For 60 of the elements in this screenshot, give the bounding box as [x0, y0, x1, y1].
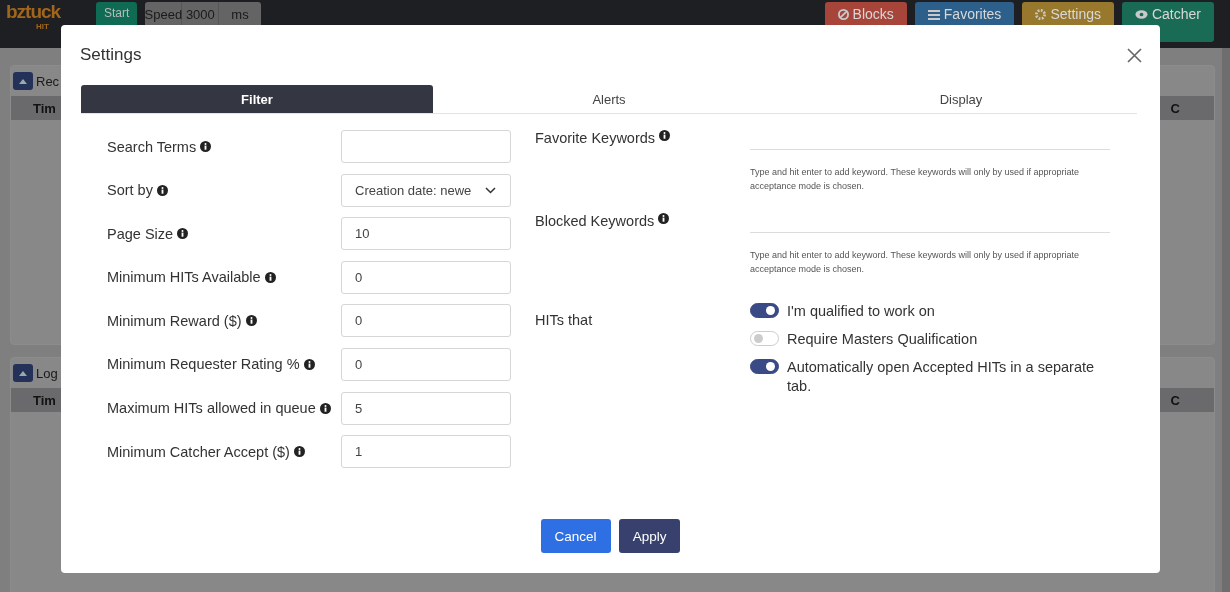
toggle-switch[interactable]	[750, 359, 779, 374]
panel-title: Log	[36, 365, 58, 381]
input-field[interactable]: 1	[341, 435, 511, 469]
toggle-label: Require Masters Qualification	[787, 330, 978, 349]
gear-icon	[1035, 9, 1047, 20]
cancel-button[interactable]: Cancel	[540, 519, 611, 553]
panel-title: Rec	[36, 73, 60, 89]
list-icon	[927, 9, 940, 20]
collapse-button[interactable]	[13, 72, 33, 90]
logo-subtitle: HIT	[36, 22, 49, 31]
info-icon[interactable]	[303, 358, 315, 370]
field-label: Page Size	[107, 225, 174, 242]
field-label: Minimum Requester Rating %	[107, 356, 300, 373]
input-field[interactable]	[341, 130, 511, 163]
field-label: Minimum HITs Available	[107, 269, 261, 286]
field-label: Maximum HITs allowed in queue	[107, 400, 316, 417]
info-icon[interactable]	[156, 184, 168, 196]
info-icon[interactable]	[319, 402, 331, 414]
info-icon[interactable]	[264, 271, 276, 283]
info-icon[interactable]	[293, 446, 305, 458]
column-header: C	[1170, 392, 1180, 408]
column-header: Tim	[33, 100, 56, 116]
field-label: HITs that	[535, 312, 593, 328]
ban-icon	[837, 9, 849, 20]
field-label: Minimum Reward ($)	[107, 312, 242, 329]
field-label: Blocked Keywords	[535, 213, 655, 229]
chevron-down-icon	[485, 186, 496, 194]
caret-up-icon	[19, 370, 27, 376]
input-field[interactable]: 10	[341, 217, 511, 251]
info-icon[interactable]	[659, 130, 671, 141]
input-field[interactable]: 0	[341, 304, 511, 338]
field-label: Search Terms	[107, 138, 197, 155]
column-header: Tim	[33, 392, 56, 408]
close-button[interactable]	[1127, 47, 1142, 63]
info-icon[interactable]	[245, 315, 257, 327]
info-icon[interactable]	[200, 141, 212, 152]
column-header: C	[1170, 100, 1180, 116]
input-field[interactable]: 0	[341, 260, 511, 294]
toggle-label: Automatically open Accepted HITs in a separate tab.	[787, 358, 1096, 396]
eye-icon	[1134, 9, 1148, 20]
logo: bztuck	[6, 2, 61, 22]
dialog-title: Settings	[80, 45, 142, 65]
tab[interactable]: Filter	[81, 85, 433, 113]
toggle-label: I'm qualified to work on	[787, 302, 935, 321]
hint-text: Type and hit enter to add keyword. These keywords will only by used if appropriate acceptance mode is chosen.	[750, 249, 1080, 276]
caret-up-icon	[19, 78, 27, 84]
input-field[interactable]: 5	[341, 391, 511, 425]
hint-text: Type and hit enter to add keyword. These keywords will only by used if appropriate acceptance mode is chosen.	[750, 166, 1080, 193]
sort-select[interactable]: Creation date: newe	[341, 173, 511, 207]
field-label: Minimum Catcher Accept ($)	[107, 443, 290, 460]
field-label: Sort by	[107, 182, 153, 199]
collapse-button[interactable]	[13, 364, 33, 382]
toggle-switch[interactable]	[750, 303, 779, 318]
scrollbar[interactable]	[1222, 48, 1230, 592]
speed-unit: ms	[230, 6, 250, 24]
apply-button[interactable]: Apply	[618, 519, 681, 553]
info-icon[interactable]	[658, 213, 670, 224]
info-icon[interactable]	[177, 228, 189, 240]
input-field[interactable]: 0	[341, 347, 511, 381]
field-label: Favorite Keywords	[535, 130, 656, 146]
